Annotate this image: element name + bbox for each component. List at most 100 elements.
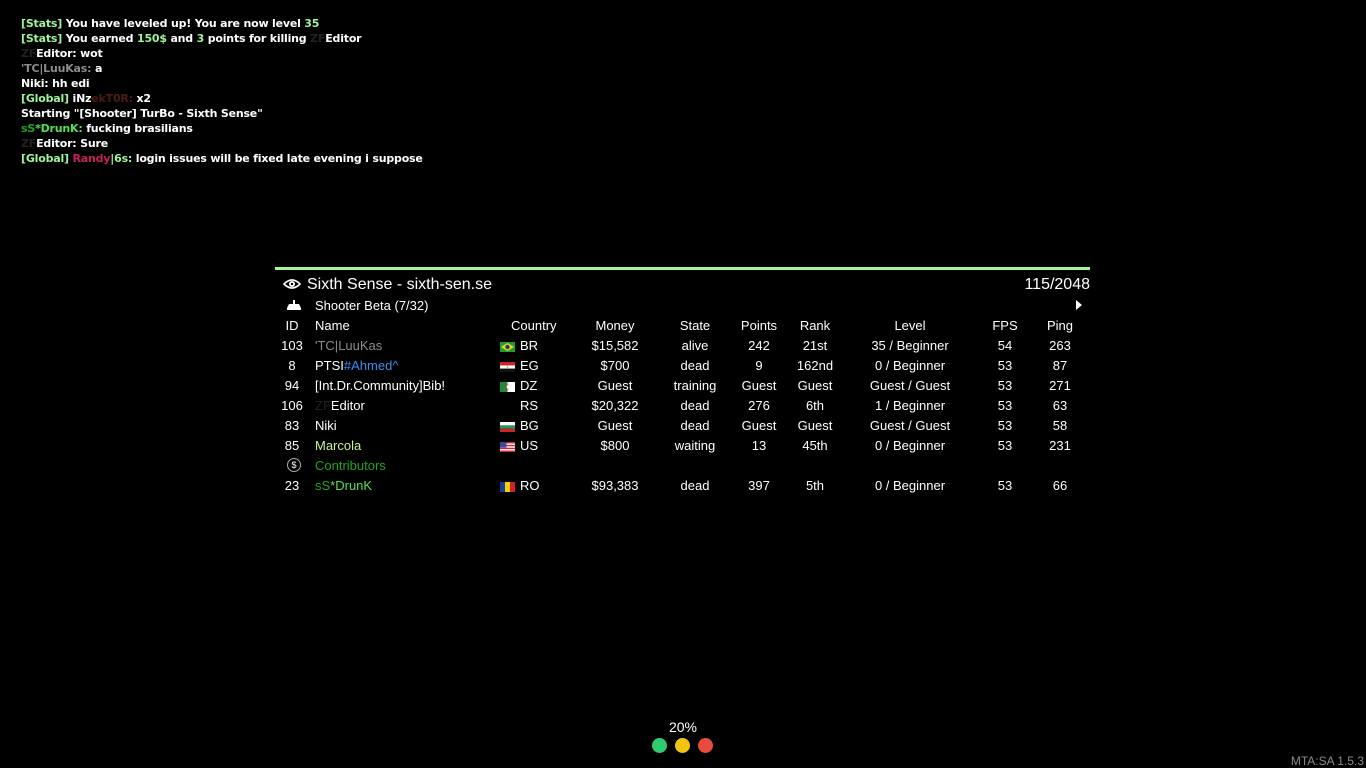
player-level: 1 / Beginner [874,398,946,413]
player-money: $20,322 [591,398,639,413]
player-name-segment: Marcola [315,438,362,453]
player-fps: 53 [997,398,1013,413]
header-name[interactable]: Name [315,318,350,333]
header-id[interactable]: ID [275,318,309,333]
player-name-segment: PTSI [315,358,344,373]
chat-segment: Editor: wot [36,47,103,60]
player-country: BR [520,338,539,353]
player-ping: 271 [1049,378,1071,393]
player-name: [Int.Dr.Community]Bib! [315,378,445,393]
player-id: 8 [288,358,296,373]
player-state: alive [681,338,709,353]
player-id: 83 [284,418,300,433]
player-rank: 45th [802,438,828,453]
chat-line: ZFEditor: Sure [21,136,423,151]
player-state: waiting [674,438,716,453]
player-row[interactable]: 83 Niki BG Guest dead Guest Guest Guest / Guest… [275,416,1090,436]
header-points[interactable]: Points [730,318,788,333]
chat-line: Niki: hh edi [21,76,423,91]
player-points: 242 [748,338,770,353]
player-name-segment: *DrunK [330,478,373,493]
chat-segment: [Global] [21,92,73,105]
player-name-segment: sS [315,478,331,493]
player-list: 103 'TC|LuuKas BR $15,582 alive 242 21st 35 / B… [275,336,1090,456]
player-row[interactable]: 94 [Int.Dr.Community]Bib! DZ Guest training G… [275,376,1090,396]
player-level: 0 / Beginner [874,478,946,493]
player-row[interactable]: 106 ZFEditor RS $20,322 dead 276 6th 1 / Beginn… [275,396,1090,416]
chat-segment: a [94,62,103,75]
player-level: Guest / Guest [869,418,951,433]
player-country: BG [520,418,539,433]
player-points: Guest [741,378,777,393]
player-rank: 6th [805,398,825,413]
player-rank: 162nd [796,358,834,373]
player-name-segment: Editor [330,398,365,413]
header-money[interactable]: Money [575,318,655,333]
player-money: Guest [597,378,633,393]
header-rank[interactable]: Rank [785,318,845,333]
player-country: US [520,438,539,453]
player-country: RO [520,478,540,493]
eg-flag-icon [500,360,515,372]
team-row: $ Contributors [275,456,1090,476]
player-points: 13 [751,438,767,453]
chat-segment: 3 [196,32,205,45]
player-state: dead [680,478,710,493]
chat-segment: sS [21,122,36,135]
header-country[interactable]: Country [511,318,557,333]
header-ping[interactable]: Ping [1035,318,1085,333]
player-row[interactable]: 23 sS*DrunK RO $93,383 dead 397 5th 0 / Beginne… [275,476,1090,496]
player-rank: 21st [802,338,828,353]
header-state[interactable]: State [655,318,735,333]
header-fps[interactable]: FPS [980,318,1030,333]
server-title: Sixth Sense - sixth-sen.se [307,276,492,293]
missing-flag-icon [500,400,515,410]
ro-flag-icon [500,480,515,492]
status-dot-yellow [675,738,690,753]
player-row[interactable]: 103 'TC|LuuKas BR $15,582 alive 242 21st 35 / B… [275,336,1090,356]
player-ping: 58 [1052,418,1068,433]
player-points: 9 [755,358,763,373]
player-name-segment: #Ahmed^ [343,358,399,373]
player-ping: 66 [1052,478,1068,493]
br-flag-icon [500,340,515,352]
player-name: 'TC|LuuKas [315,338,382,353]
chat-segment: Randy [72,152,111,165]
chat-line: [Global] iNzekT0R: x2 [21,91,423,106]
chat-line: Starting "[Shooter] TurBo - Sixth Sense" [21,106,423,121]
player-country: RS [520,398,539,413]
chat-line: [Stats] You earned 150$ and 3 points for… [21,31,423,46]
chat-segment: Editor [325,32,362,45]
player-state: dead [680,418,710,433]
chat-segment: x2 [136,92,152,105]
player-name-segment: 'TC|LuuKas [315,338,383,353]
player-fps: 53 [997,418,1013,433]
status-dot-green [652,738,667,753]
chat-segment: Niki: hh edi [21,77,90,90]
player-name: ZFEditor [315,398,365,413]
chat-segment: ZF [310,32,326,45]
player-row[interactable]: 85 Marcola US $800 waiting 13 45th 0 / Beginner… [275,436,1090,456]
chat-segment: Editor: Sure [36,137,108,150]
column-headers: ID Name Country Money State Points Rank … [275,316,1090,336]
loading-percent: 20% [668,719,698,735]
player-row[interactable]: 8 PTSI#Ahmed^ EG $700 dead 9 162nd 0 / Beginner… [275,356,1090,376]
player-fps: 54 [997,338,1013,353]
chat-segment: 35 [304,17,320,30]
scoreboard: Sixth Sense - sixth-sen.se 115/2048 Shoo… [275,267,1090,496]
chat-segment: iNz [72,92,92,105]
next-page-arrow-icon[interactable] [1076,300,1082,310]
chat-segment: You have leveled up! You are now level [65,17,305,30]
dollar-icon: $ [287,458,301,472]
player-level: Guest / Guest [869,378,951,393]
chat-segment: ZF [21,47,37,60]
player-id: 94 [284,378,300,393]
chat-segment: ZF [21,137,37,150]
chat-box: [Stats] You have leveled up! You are now… [21,16,423,166]
eye-icon [283,279,301,289]
chat-segment: [Global] [21,152,73,165]
chat-line: [Stats] You have leveled up! You are now… [21,16,423,31]
chat-segment: fucking brasilians [86,122,193,135]
header-level[interactable]: Level [845,318,975,333]
chat-segment: points for killing [204,32,311,45]
